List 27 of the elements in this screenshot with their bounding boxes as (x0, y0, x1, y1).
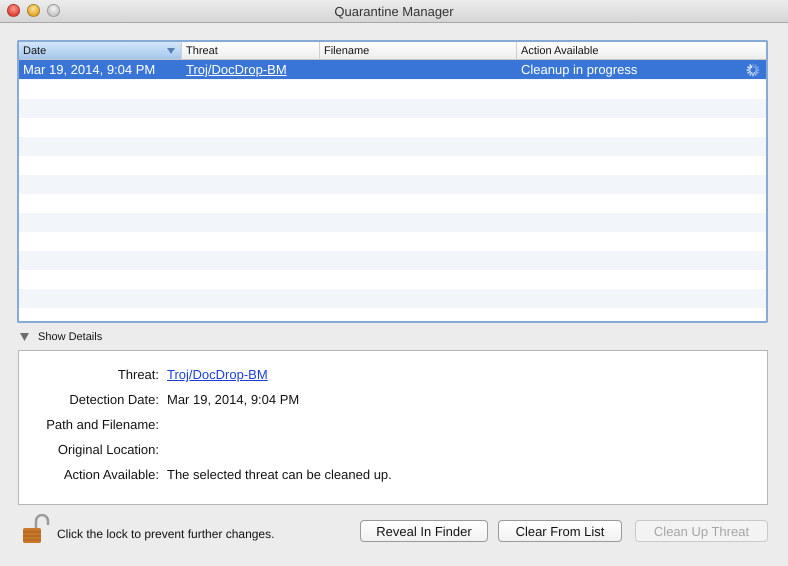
table-cell: Cleanup in progress (521, 62, 638, 77)
field-label: Action Available: (62, 467, 159, 482)
field-label: Detection Date: (68, 392, 159, 407)
column-header[interactable]: Date (19, 42, 182, 59)
field-value: Mar 19, 2014, 9:04 PM (167, 392, 300, 407)
column-header[interactable]: Threat (182, 42, 320, 59)
disclosure-triangle-icon (20, 333, 29, 341)
column-header[interactable]: Action Available (517, 42, 766, 59)
field-value: The selected threat can be cleaned up. (167, 467, 392, 482)
threat-link[interactable]: Troj/DocDrop-BM (167, 367, 268, 382)
field-label: Threat: (116, 367, 159, 382)
field-label: Original Location: (56, 442, 159, 457)
details-toggle[interactable]: Show Details (20, 329, 768, 345)
table-cell: Mar 19, 2014, 9:04 PM (23, 62, 156, 77)
zoom-button[interactable] (47, 4, 60, 17)
window-title: Quarantine Manager (334, 4, 454, 18)
close-button[interactable] (7, 4, 20, 17)
sort-arrow-icon (167, 48, 175, 54)
open-padlock-icon[interactable] (22, 514, 50, 544)
action-button[interactable]: Clear From List (498, 520, 622, 542)
action-button[interactable]: Reveal In Finder (360, 520, 488, 542)
table-row[interactable]: Mar 19, 2014, 9:04 PM Troj/DocDrop-BM Cleanup in progress (19, 60, 766, 79)
lock-hint: Click the lock to prevent further changes. (57, 527, 274, 541)
column-header[interactable]: Filename (320, 42, 517, 59)
threat-link[interactable]: Troj/DocDrop-BM (186, 62, 287, 77)
minimize-button[interactable] (27, 4, 40, 17)
field-label: Path and Filename: (45, 417, 159, 432)
